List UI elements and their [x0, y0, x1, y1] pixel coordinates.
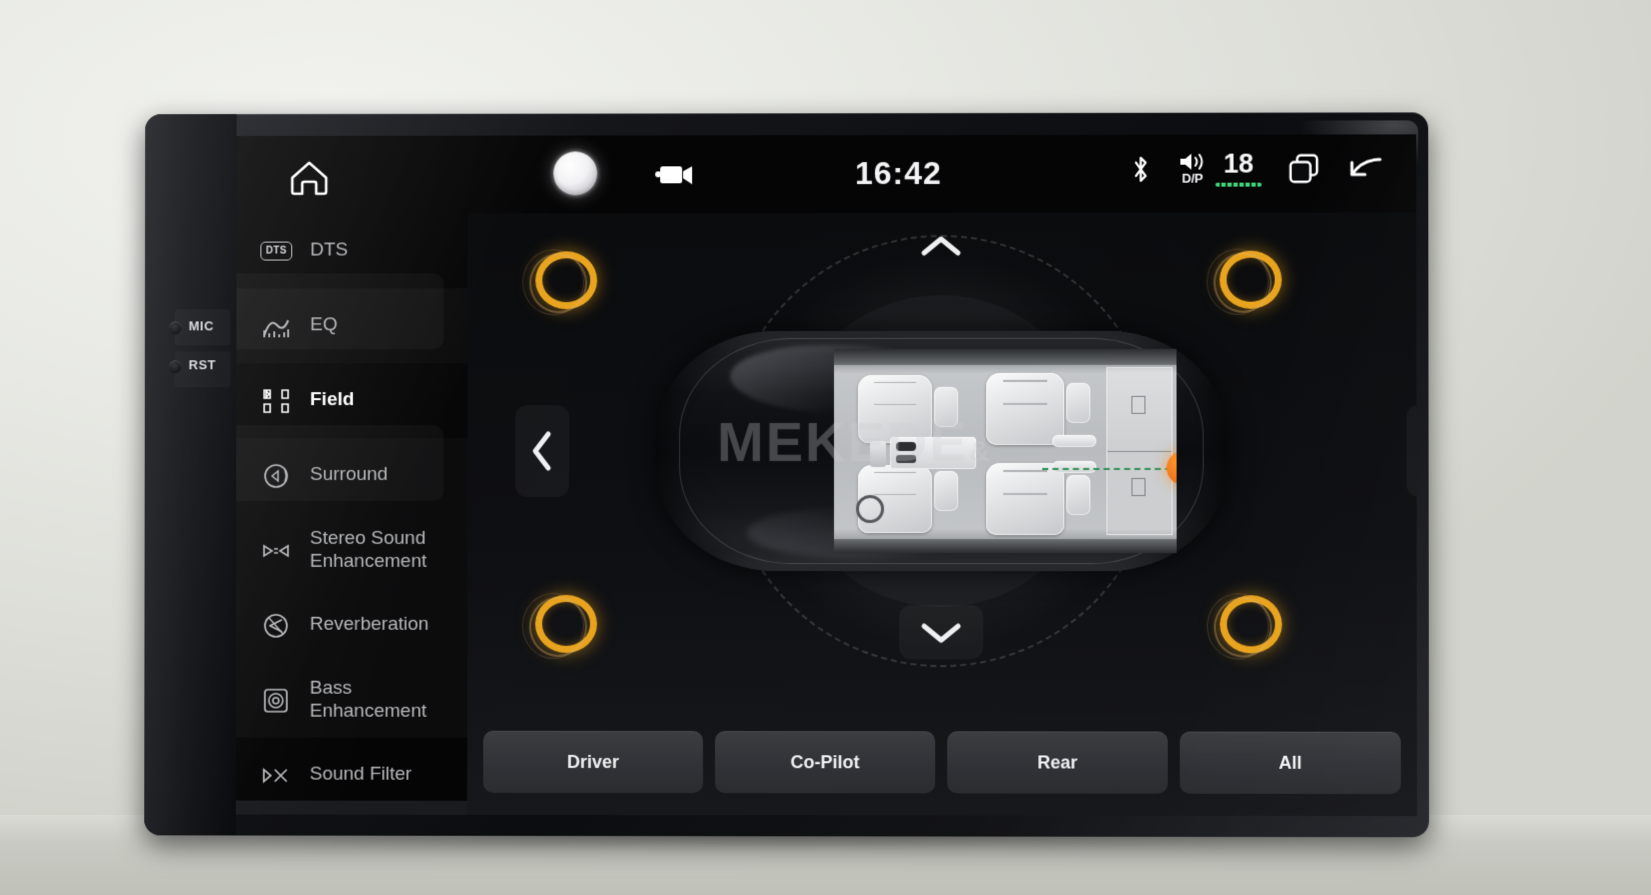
volume-bar[interactable]	[1215, 182, 1262, 187]
car-cabin	[834, 348, 1177, 554]
sidebar-item-bass-enhancement[interactable]: Bass Enhancement	[236, 663, 467, 738]
front-right-speaker[interactable]	[1219, 250, 1282, 309]
rear-tray	[1052, 434, 1097, 447]
car-diagram[interactable]	[656, 330, 1227, 572]
equalizer-icon	[260, 310, 292, 342]
home-icon[interactable]	[286, 156, 332, 198]
trunk-area	[1106, 366, 1173, 536]
volume-value: 18	[1223, 148, 1254, 179]
left-bezel: MIC RST	[144, 114, 237, 836]
sidebar-item-label: Field	[310, 389, 355, 411]
copilot-headrest	[934, 470, 959, 512]
sidebar-item-surround[interactable]: Surround	[236, 438, 467, 513]
rear-left-headrest	[1066, 382, 1091, 423]
sidebar-item-sound-filter[interactable]: Sound Filter	[236, 738, 467, 813]
sound-field-icon	[260, 385, 292, 417]
preset-all-button[interactable]: All	[1179, 731, 1401, 794]
sidebar-item-field[interactable]: Field	[236, 363, 467, 438]
surround-icon	[260, 460, 292, 492]
screen: 16:42 D/P 18 DTS DTS EQ Field Surround S…	[235, 134, 1417, 817]
sidebar-item-eq[interactable]: EQ	[236, 288, 467, 363]
status-bar-right-group: D/P 18	[1130, 148, 1386, 187]
driver-seat	[858, 374, 933, 443]
recent-apps-icon[interactable]	[1288, 153, 1320, 185]
audio-source-block: D/P	[1177, 151, 1207, 186]
stereo-enhance-icon	[260, 534, 292, 566]
sidebar-item-label: Stereo Sound Enhancement	[309, 527, 427, 572]
rear-left-speaker[interactable]	[535, 594, 598, 653]
back-arrow-icon[interactable]	[1346, 153, 1386, 183]
clock: 16:42	[854, 155, 942, 192]
sidebar-item-label: Bass Enhancement	[309, 677, 427, 722]
mic-label: MIC	[188, 318, 214, 334]
volume-indicator[interactable]: D/P 18	[1177, 148, 1262, 187]
reset-hole[interactable]	[168, 360, 182, 374]
center-console	[890, 436, 977, 469]
chevron-left-icon[interactable]	[515, 405, 570, 497]
sidebar-item-dts[interactable]: DTS DTS	[236, 213, 467, 288]
effects-sidebar: DTS DTS EQ Field Surround Stereo Sound E…	[236, 213, 468, 814]
rear-right-speaker[interactable]	[1219, 595, 1283, 654]
rear-right-seat	[986, 462, 1065, 536]
driver-headrest	[934, 386, 959, 427]
preset-rear-button[interactable]: Rear	[947, 731, 1168, 794]
volume-block: 18	[1215, 148, 1262, 187]
sidebar-item-label: EQ	[310, 314, 338, 336]
chevron-down-icon[interactable]	[899, 605, 984, 660]
preset-driver-button[interactable]: Driver	[483, 730, 703, 794]
audio-source-label: D/P	[1181, 170, 1203, 186]
bluetooth-icon[interactable]	[1130, 153, 1151, 184]
preset-buttons: Driver Co-Pilot Rear All	[483, 730, 1401, 794]
sidebar-item-label: Reverberation	[309, 614, 429, 636]
scene: MIC RST 16:42 D/P 18 DTS DTS EQ Field Su…	[0, 0, 1651, 895]
sidebar-item-label: Sound Filter	[309, 763, 412, 786]
mic-hole	[168, 321, 182, 335]
rear-left-seat	[986, 372, 1065, 445]
dashcam-icon[interactable]	[655, 159, 695, 193]
sidebar-item-label: Surround	[309, 464, 388, 486]
sidebar-item-label: DTS	[310, 239, 349, 261]
chevron-right-icon[interactable]	[1406, 404, 1417, 498]
dts-logo-icon: DTS	[260, 235, 293, 267]
sidebar-item-reverberation[interactable]: Reverberation	[236, 588, 467, 663]
steering-wheel	[856, 495, 885, 524]
sidebar-item-stereo-sound-enhancement[interactable]: Stereo Sound Enhancement	[236, 513, 467, 588]
sound-filter-icon	[260, 759, 292, 791]
rear-tray	[1052, 460, 1097, 473]
status-bar: 16:42 D/P 18	[237, 134, 1417, 213]
chevron-up-icon[interactable]	[899, 219, 983, 273]
sound-axis-horizontal	[1042, 467, 1177, 470]
preset-copilot-button[interactable]: Co-Pilot	[714, 731, 936, 794]
head-unit-device: MIC RST 16:42 D/P 18 DTS DTS EQ Field Su…	[144, 112, 1430, 838]
bass-enhance-icon	[260, 684, 292, 716]
sound-field-stage: MEKEDE& Driver Co-Pilot Rear All	[467, 212, 1417, 817]
speaker-icon	[1180, 151, 1207, 173]
voice-assistant-orb[interactable]	[553, 151, 598, 196]
gear-shifter	[870, 440, 887, 467]
reset-label: RST	[188, 357, 216, 373]
rear-right-headrest	[1066, 475, 1091, 516]
reverberation-icon	[260, 609, 292, 641]
front-left-speaker[interactable]	[535, 251, 598, 310]
